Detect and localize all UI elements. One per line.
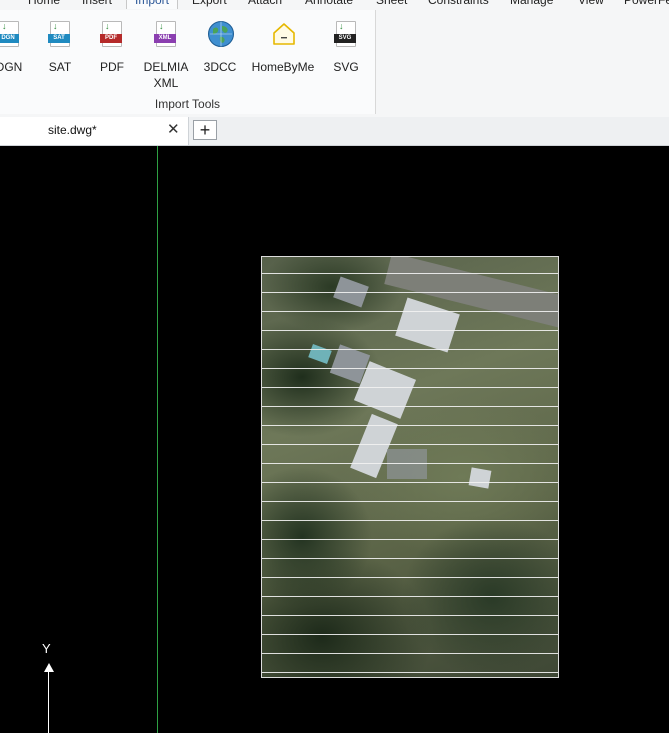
ribbon: Home Insert Import Export Attach Annotat… [0, 0, 669, 118]
tab-attach[interactable]: Attach [248, 0, 282, 9]
ribbon-tabs: Home Insert Import Export Attach Annotat… [0, 0, 669, 9]
small-shed-roof [468, 467, 492, 489]
tab-import[interactable]: Import [126, 0, 179, 9]
pool [308, 344, 332, 364]
3dcc-label: 3DCC [203, 60, 237, 74]
svg-file-icon: ↓ SVG [333, 20, 359, 48]
tab-constraints[interactable]: Constraints [428, 0, 489, 9]
ucs-y-axis-line [48, 666, 49, 733]
homebyme-import-button[interactable]: HomeByMe [251, 20, 315, 75]
hatch-line [262, 653, 558, 654]
hatch-line [262, 349, 558, 350]
tab-export[interactable]: Export [192, 0, 227, 9]
hatch-line [262, 387, 558, 388]
tab-view[interactable]: View [578, 0, 604, 9]
hatch-line [262, 292, 558, 293]
hatch-line [262, 520, 558, 521]
hatch-line [262, 425, 558, 426]
pdf-file-icon: ↓ PDF [99, 20, 125, 48]
hatch-line [262, 577, 558, 578]
svg-label: SVG [333, 60, 359, 74]
yard-equipment [387, 449, 427, 479]
hatch-line [262, 311, 558, 312]
tab-insert[interactable]: Insert [82, 0, 112, 9]
hatch-line [262, 615, 558, 616]
homebyme-label: HomeByMe [251, 60, 315, 74]
hatch-line [262, 558, 558, 559]
3dcc-import-button[interactable]: 3DCC [188, 20, 252, 75]
tab-powerfe[interactable]: PowerFe [624, 0, 669, 9]
import-tools-group-label: Import Tools [154, 97, 221, 111]
hatch-line [262, 330, 558, 331]
svg-import-button[interactable]: ↓ SVG SVG [314, 20, 378, 75]
tab-annotate[interactable]: Annotate [305, 0, 353, 9]
document-tab-bar: site.dwg* ✕ + [0, 117, 669, 146]
hatch-line [262, 273, 558, 274]
house-roof [395, 297, 460, 353]
new-document-button[interactable]: + [193, 120, 217, 140]
hatch-line [262, 444, 558, 445]
house-icon [270, 20, 296, 48]
import-tools-panel: ↓DGN DGN ↓SAT SAT ↓PDF PDF ↓XML DELMIA X… [0, 10, 376, 114]
aerial-image-raster[interactable] [261, 256, 559, 678]
tab-home[interactable]: Home [28, 0, 60, 9]
hatch-line [262, 463, 558, 464]
ucs-y-axis-label: Y [42, 641, 51, 656]
hatch-line [262, 539, 558, 540]
hatch-line [262, 501, 558, 502]
hatch-line [262, 596, 558, 597]
tab-sheet[interactable]: Sheet [376, 0, 407, 9]
document-tab-site[interactable]: site.dwg* ✕ [0, 117, 189, 145]
ucs-y-arrow-icon [44, 663, 54, 672]
construction-guide-line [157, 146, 158, 733]
tab-manage[interactable]: Manage [510, 0, 553, 9]
document-tab-title: site.dwg* [48, 123, 97, 137]
hatch-line [262, 406, 558, 407]
globe-icon [207, 20, 234, 48]
hatch-line [262, 482, 558, 483]
hatch-line [262, 368, 558, 369]
hatch-line [262, 634, 558, 635]
sat-file-icon: ↓ SAT [47, 20, 73, 48]
hatch-line [262, 672, 558, 673]
xml-file-icon: ↓ XML [153, 20, 179, 48]
close-icon[interactable]: ✕ [167, 120, 180, 138]
drawing-canvas[interactable]: Y [0, 146, 669, 733]
dgn-file-icon: ↓ DGN [0, 20, 22, 48]
